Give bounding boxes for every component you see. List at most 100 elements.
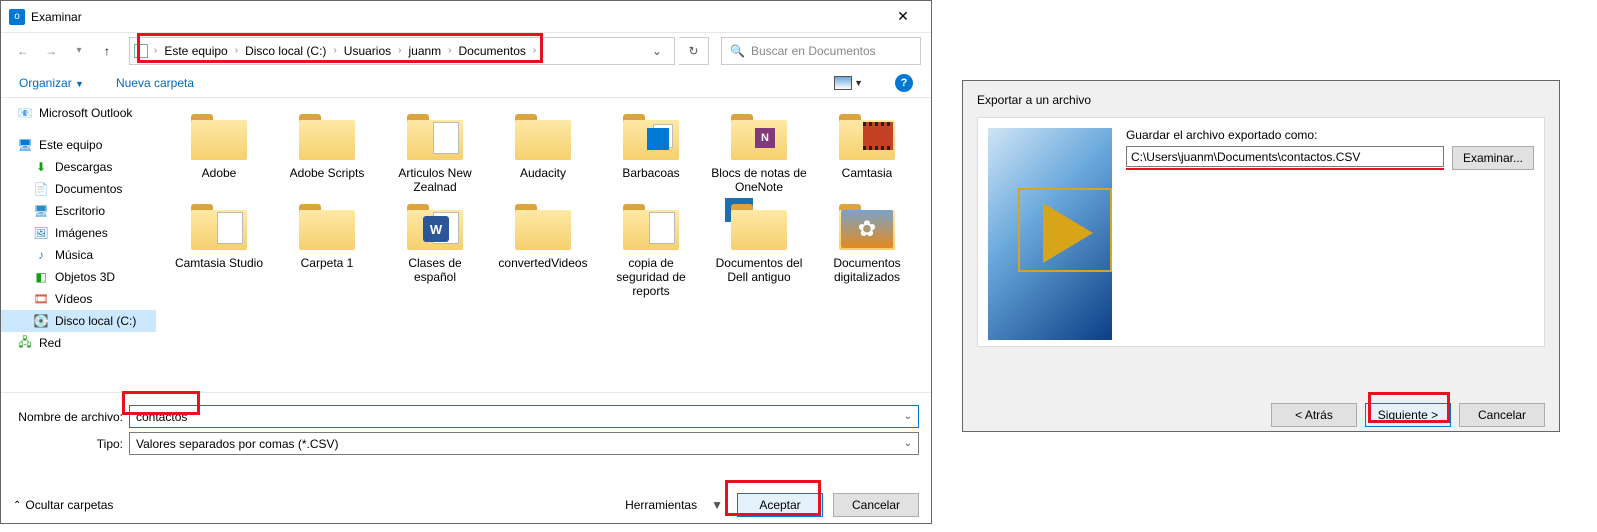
app-icon: o <box>9 9 25 25</box>
sidebar-item-label: Este equipo <box>39 138 102 152</box>
tree-icon: 📧 <box>17 105 33 121</box>
toolbar: Organizar ▼ Nueva carpeta ▼ ? <box>1 68 931 98</box>
folder-item[interactable]: WClases de español <box>386 198 484 298</box>
folder-label: Barbacoas <box>622 166 679 180</box>
folder-item[interactable]: Carpeta 1 <box>278 198 376 298</box>
sidebar-item[interactable]: 💽Disco local (C:) <box>1 310 156 332</box>
sidebar-item[interactable]: 🖥 Este equipo <box>1 134 156 156</box>
export-path-input[interactable]: C:\Users\juanm\Documents\contactos.CSV <box>1126 146 1444 167</box>
folder-item[interactable]: Adobe <box>170 108 268 194</box>
folder-icon <box>617 198 685 254</box>
organize-menu[interactable]: Organizar ▼ <box>19 76 84 90</box>
filetype-select[interactable]: Valores separados por comas (*.CSV) ⌄ <box>129 432 919 455</box>
sidebar-item-label: Música <box>55 248 93 262</box>
chevron-right-icon[interactable]: › <box>152 45 159 56</box>
folder-item[interactable]: Articulos New Zealnad <box>386 108 484 194</box>
folder-label: Documentos del Dell antiguo <box>710 256 808 284</box>
sidebar-item-label: Red <box>39 336 61 350</box>
chevron-right-icon[interactable]: › <box>331 45 338 56</box>
new-folder-button[interactable]: Nueva carpeta <box>116 76 194 90</box>
back-icon[interactable]: ← <box>11 39 35 63</box>
wizard-title: Exportar a un archivo <box>977 93 1545 107</box>
sidebar-item[interactable]: 📄Documentos <box>1 178 156 200</box>
folder-icon: W <box>401 198 469 254</box>
folder-item[interactable]: NBlocs de notas de OneNote <box>710 108 808 194</box>
sidebar-item[interactable]: 🖼Imágenes <box>1 222 156 244</box>
close-icon[interactable]: ✕ <box>883 2 923 32</box>
sidebar-item[interactable]: 🎞Vídeos <box>1 288 156 310</box>
folder-item[interactable]: Barbacoas <box>602 108 700 194</box>
folder-item[interactable]: copia de seguridad de reports <box>602 198 700 298</box>
dialog-title: Examinar <box>31 10 883 24</box>
search-icon: 🔍 <box>730 44 745 58</box>
chevron-right-icon[interactable]: › <box>531 45 538 56</box>
folder-label: Clases de español <box>386 256 484 284</box>
wizard-image <box>988 128 1112 340</box>
breadcrumb[interactable]: › Este equipo › Disco local (C:) › Usuar… <box>129 37 675 65</box>
folder-label: copia de seguridad de reports <box>602 256 700 298</box>
accept-button[interactable]: Aceptar <box>737 493 823 517</box>
breadcrumb-seg[interactable]: Usuarios <box>339 44 396 58</box>
folder-item[interactable]: Adobe Scripts <box>278 108 376 194</box>
folder-item[interactable]: Camtasia Studio <box>170 198 268 298</box>
sidebar-item[interactable]: ⬇Descargas <box>1 156 156 178</box>
chevron-right-icon[interactable]: › <box>446 45 453 56</box>
sidebar-item-label: Microsoft Outlook <box>39 106 132 120</box>
chevron-right-icon[interactable]: › <box>396 45 403 56</box>
folder-icon <box>401 108 469 164</box>
folder-icon <box>185 198 253 254</box>
folder-icon <box>833 198 901 254</box>
chevron-down-icon[interactable]: ▼ <box>707 498 727 512</box>
breadcrumb-seg[interactable]: Disco local (C:) <box>240 44 331 58</box>
hide-folders-toggle[interactable]: ⌃ Ocultar carpetas <box>13 498 113 512</box>
folder-item[interactable]: Documentos del Dell antiguo <box>710 198 808 298</box>
folder-icon <box>833 108 901 164</box>
folder-icon <box>293 198 361 254</box>
next-button[interactable]: Siguiente > <box>1365 403 1451 427</box>
recent-dropdown-icon[interactable]: ▾ <box>67 39 91 63</box>
filename-input[interactable]: contactos ⌄ <box>129 405 919 428</box>
up-icon[interactable]: ↑ <box>95 39 119 63</box>
cancel-button[interactable]: Cancelar <box>833 493 919 517</box>
folder-item[interactable]: convertedVideos <box>494 198 592 298</box>
sidebar-item-label: Documentos <box>55 182 122 196</box>
filename-value: contactos <box>136 410 187 424</box>
breadcrumb-seg[interactable]: Este equipo <box>159 44 232 58</box>
folder-item[interactable]: Audacity <box>494 108 592 194</box>
cancel-button[interactable]: Cancelar <box>1459 403 1545 427</box>
sidebar: 📧 Microsoft Outlook 🖥 Este equipo ⬇Descargas… <box>1 98 156 392</box>
sidebar-item[interactable]: ♪ Música <box>1 244 156 266</box>
folder-icon <box>725 198 793 254</box>
view-options-button[interactable]: ▼ <box>834 76 863 90</box>
folder-label: Carpeta 1 <box>301 256 354 270</box>
breadcrumb-seg[interactable]: juanm <box>403 44 446 58</box>
folder-label: Camtasia <box>842 166 893 180</box>
back-button[interactable]: < Atrás <box>1271 403 1357 427</box>
breadcrumb-dropdown-icon[interactable]: ⌄ <box>644 44 670 58</box>
folder-grid[interactable]: AdobeAdobe ScriptsArticulos New ZealnadA… <box>156 98 931 392</box>
tree-icon: 🖥 <box>17 137 33 153</box>
browse-button[interactable]: Examinar... <box>1452 146 1534 170</box>
sidebar-item[interactable]: 🖥Escritorio <box>1 200 156 222</box>
sidebar-item[interactable]: ◧Objetos 3D <box>1 266 156 288</box>
chevron-down-icon[interactable]: ⌄ <box>904 411 912 422</box>
titlebar: o Examinar ✕ <box>1 1 931 32</box>
chevron-up-icon: ⌃ <box>13 500 21 511</box>
search-placeholder: Buscar en Documentos <box>751 44 876 58</box>
chevron-down-icon[interactable]: ⌄ <box>904 438 912 449</box>
chevron-right-icon[interactable]: › <box>233 45 240 56</box>
folder-icon <box>509 198 577 254</box>
sidebar-item-label: Vídeos <box>55 292 92 306</box>
export-path-label: Guardar el archivo exportado como: <box>1126 128 1534 142</box>
folder-item[interactable]: Camtasia <box>818 108 916 194</box>
breadcrumb-seg[interactable]: Documentos <box>454 44 531 58</box>
tools-menu[interactable]: Herramientas <box>625 498 697 512</box>
sidebar-item[interactable]: 📧 Microsoft Outlook <box>1 102 156 124</box>
folder-item[interactable]: Documentos digitalizados <box>818 198 916 298</box>
sidebar-item[interactable]: 🖧Red <box>1 332 156 354</box>
tree-icon: ♪ <box>33 247 49 263</box>
folder-icon <box>293 108 361 164</box>
refresh-icon[interactable]: ↻ <box>679 37 709 65</box>
help-icon[interactable]: ? <box>895 74 913 92</box>
search-input[interactable]: 🔍 Buscar en Documentos <box>721 37 921 65</box>
